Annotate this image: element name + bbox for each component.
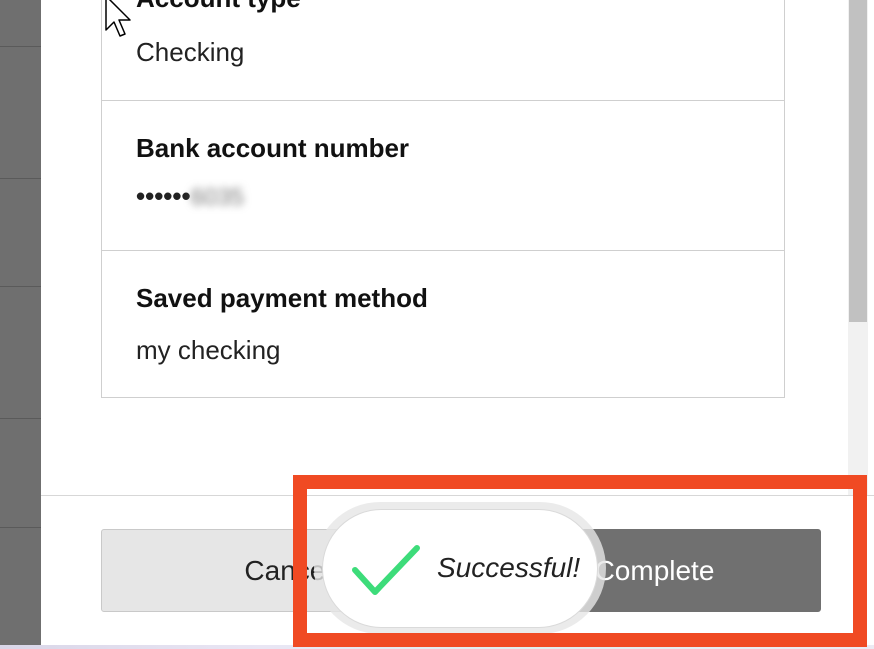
account-number-last4: 6035 bbox=[190, 184, 245, 212]
backdrop-row-divider bbox=[0, 418, 41, 419]
page-backdrop bbox=[0, 0, 41, 645]
mouse-cursor-icon bbox=[105, 0, 131, 37]
backdrop-row-divider bbox=[0, 178, 41, 179]
saved-method-row: Saved payment method my checking bbox=[102, 250, 784, 399]
scrollbar-thumb[interactable] bbox=[849, 0, 867, 322]
account-number-value: ••••••6035 bbox=[136, 181, 244, 212]
account-type-row: Account type Checking bbox=[102, 0, 784, 100]
saved-method-value: my checking bbox=[136, 335, 281, 365]
account-number-label: Bank account number bbox=[136, 133, 410, 163]
saved-method-label: Saved payment method bbox=[136, 283, 428, 313]
account-type-label: Account type bbox=[136, 0, 301, 14]
highlight-annotation-box bbox=[293, 475, 867, 647]
backdrop-row-divider bbox=[0, 527, 41, 528]
account-type-value: Checking bbox=[136, 37, 245, 67]
backdrop-row-divider bbox=[0, 46, 41, 47]
account-number-row: Bank account number ••••••6035 bbox=[102, 100, 784, 250]
account-number-mask: •••••• bbox=[136, 181, 191, 211]
payment-details-card: Account type Checking Bank account numbe… bbox=[101, 0, 785, 398]
backdrop-row-divider bbox=[0, 286, 41, 287]
